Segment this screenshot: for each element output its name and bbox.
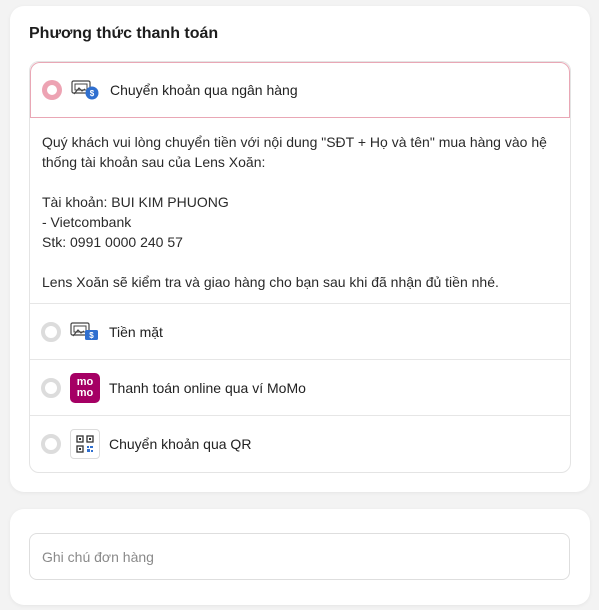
payment-methods-list: $ Chuyển khoản qua ngân hàng Quý khách v… — [29, 61, 571, 473]
cash-icon: $ — [70, 317, 100, 347]
payment-option-momo[interactable]: mo mo Thanh toán online qua ví MoMo — [30, 359, 570, 415]
radio-unselected[interactable] — [41, 321, 61, 342]
bank-transfer-details: Quý khách vui lòng chuyển tiền với nội d… — [30, 118, 570, 303]
order-note-input[interactable] — [29, 533, 570, 580]
momo-logo-text: mo — [76, 375, 94, 388]
radio-selected[interactable] — [42, 80, 62, 100]
bank-name: - Vietcombank — [42, 214, 132, 230]
svg-text:$: $ — [90, 89, 95, 98]
radio-unselected[interactable] — [41, 377, 61, 398]
payment-option-label: Tiền mặt — [109, 323, 163, 340]
order-note-card — [10, 509, 590, 605]
svg-text:$: $ — [89, 331, 94, 340]
payment-method-card: Phương thức thanh toán $ Chuyển khoản qu… — [10, 6, 590, 492]
closing-note: Lens Xoăn sẽ kiểm tra và giao hàng cho b… — [42, 274, 499, 290]
account-name: Tài khoản: BUI KIM PHUONG — [42, 194, 229, 210]
transfer-instruction: Quý khách vui lòng chuyển tiền với nội d… — [42, 134, 547, 170]
momo-logo: mo mo — [70, 372, 100, 403]
payment-option-qr[interactable]: Chuyển khoản qua QR — [30, 415, 570, 471]
payment-option-label: Chuyển khoản qua QR — [109, 435, 252, 452]
radio-unselected[interactable] — [41, 433, 61, 454]
bank-transfer-icon: $ — [71, 75, 101, 105]
qr-code-icon — [70, 428, 100, 459]
payment-option-bank-transfer[interactable]: $ Chuyển khoản qua ngân hàng — [30, 62, 570, 118]
payment-option-cash[interactable]: $ Tiền mặt — [30, 303, 570, 359]
momo-logo-text: mo — [76, 386, 94, 399]
payment-option-label: Thanh toán online qua ví MoMo — [109, 379, 306, 396]
account-number: Stk: 0991 0000 240 57 — [42, 234, 183, 250]
section-title: Phương thức thanh toán — [29, 25, 219, 42]
payment-option-label: Chuyển khoản qua ngân hàng — [110, 82, 298, 98]
